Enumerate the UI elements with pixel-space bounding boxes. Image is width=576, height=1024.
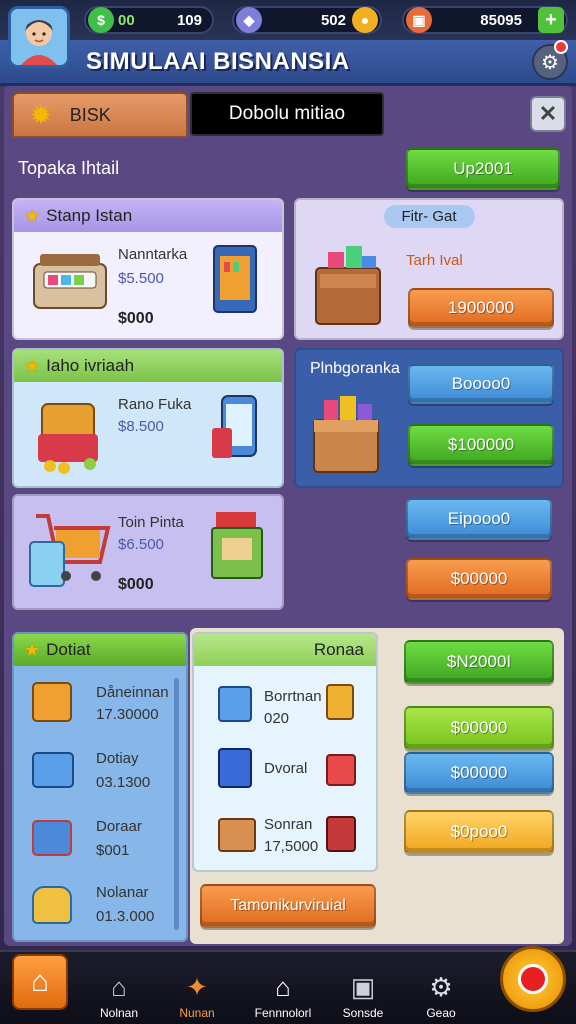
upgrade-button[interactable]: Up2001: [406, 148, 560, 190]
item-price: $8.500: [118, 418, 164, 435]
cash-counter: $ 00 109: [84, 6, 214, 34]
price-button-2[interactable]: $00000: [404, 706, 554, 750]
close-button[interactable]: ✕: [530, 96, 566, 132]
list-item[interactable]: Dåneinnan 17.30000: [20, 678, 170, 732]
price-button-3[interactable]: $00000: [404, 752, 554, 794]
gear-icon: ⚙: [541, 51, 559, 74]
truck-counter: ▣ 85095 +: [402, 6, 568, 34]
card-header: ★ Stanp Istan: [14, 200, 282, 232]
list-scrollbar[interactable]: [174, 678, 179, 930]
treasure-box-icon: [313, 396, 379, 473]
detail-list: Ronaa Borrtnan 020 Dvoral Sonran 17,5000: [192, 632, 378, 872]
cash-register-icon: [33, 254, 107, 309]
avatar[interactable]: [8, 6, 70, 68]
coin-icon: ●: [352, 7, 378, 33]
gem-counter: ◆ 502 ●: [232, 6, 382, 34]
nav-item-nolnan[interactable]: ⌂ Nolnan: [84, 958, 154, 1020]
record-button[interactable]: [500, 946, 566, 1012]
nav-item-nunan[interactable]: ✦ Nunan: [162, 958, 232, 1020]
item-value: $000: [118, 576, 154, 593]
cash-icon: $: [88, 7, 114, 33]
gem-icon: ◆: [236, 7, 262, 33]
gear-badge-icon: ✹: [30, 99, 52, 130]
item-name: Rano Fuka: [118, 396, 192, 413]
item-name: Tarh Ival: [406, 252, 463, 269]
phone-icon: [212, 395, 257, 458]
chat-icon: ▣: [350, 972, 376, 1002]
home-button[interactable]: ⌂: [12, 954, 68, 1010]
shop-card-5[interactable]: Toin Pinta $6.500 $000: [12, 494, 284, 610]
star-icon: ★: [24, 355, 41, 376]
action-button-1[interactable]: Boooo0: [408, 364, 554, 404]
shop-card-2[interactable]: Fitr- Gat Tarh Ival 1900000: [294, 198, 564, 340]
shop-stall-icon: [211, 512, 263, 579]
gear-icon: ⚙: [429, 972, 453, 1002]
tab-bisk[interactable]: ✹ BISK: [12, 92, 188, 138]
list-item[interactable]: Dvoral: [202, 742, 372, 796]
book-icon: [213, 245, 257, 313]
shop-card-3[interactable]: ★ Iaho ivriaah Rano Fuka $8.500: [12, 348, 284, 488]
item-value: $000: [118, 310, 154, 327]
buy-button[interactable]: 1900000: [408, 288, 554, 328]
house-icon: ⌂: [30, 965, 50, 998]
shelf-icon: [218, 686, 252, 722]
price-button-4[interactable]: $0poo0: [404, 810, 554, 854]
action-button-2[interactable]: $100000: [408, 424, 554, 466]
card-header: ★ Iaho ivriaah: [14, 350, 282, 382]
house-icon: ⌂: [111, 972, 127, 1002]
shop-card-4[interactable]: Plnbgoranka Boooo0 $100000: [294, 348, 564, 488]
cart-icon: [326, 816, 356, 852]
list-item[interactable]: Borrtnan 020: [202, 680, 372, 734]
home-icon: ⌂: [275, 972, 291, 1002]
list-item[interactable]: Doraar $001: [20, 814, 170, 868]
item-name: Toin Pinta: [118, 514, 184, 531]
list-header: ★ Dotiat: [14, 634, 186, 666]
gift-pile-icon: [38, 403, 98, 474]
box-icon: [32, 682, 72, 722]
side-button-1[interactable]: Eipooo0: [406, 498, 552, 540]
notification-dot: [554, 40, 568, 54]
nav-item-geao[interactable]: ⚙ Geao: [406, 958, 476, 1020]
side-button-2[interactable]: $00000: [406, 558, 552, 600]
nav-item-sonsde[interactable]: ▣ Sonsde: [328, 958, 398, 1020]
tab-search-field[interactable]: Dobolu mitiao: [190, 92, 384, 136]
section-subheader: Topaka Ihtail: [18, 158, 120, 178]
list-header: Ronaa: [194, 634, 376, 666]
inventory-list: ★ Dotiat Dåneinnan 17.30000 Dotiay 03.13…: [12, 632, 188, 942]
list-item[interactable]: Nolanar 01.3.000: [20, 880, 170, 934]
gift-icon: [326, 754, 356, 786]
item-name: Nanntarka: [118, 246, 188, 263]
shop-card-1[interactable]: ★ Stanp Istan Nanntarka $5.500 $000: [12, 198, 284, 340]
shopping-cart-icon: [29, 514, 111, 587]
add-currency-button[interactable]: +: [538, 7, 564, 33]
star-icon: ★: [24, 639, 41, 660]
bottom-action-button[interactable]: Tamonikurviruial: [200, 884, 376, 928]
record-icon: [518, 964, 548, 994]
filter-badge[interactable]: Fitr- Gat: [383, 204, 475, 228]
tablet-icon: [218, 748, 252, 788]
list-item[interactable]: Dotiay 03.1300: [20, 746, 170, 800]
item-price: $6.500: [118, 536, 164, 553]
gift-box-icon: [315, 246, 381, 325]
list-item[interactable]: Sonran 17,5000: [202, 810, 372, 864]
truck-icon: ▣: [406, 7, 432, 33]
nav-item-fennnolorl[interactable]: ⌂ Fennnolorl: [248, 958, 318, 1020]
crate-icon: [218, 818, 256, 852]
star-icon: ★: [24, 205, 41, 226]
package-icon: [32, 820, 72, 856]
market-icon: ✦: [186, 972, 208, 1002]
price-button-1[interactable]: $N2000I: [404, 640, 554, 684]
bag-icon: [32, 886, 72, 924]
page-title: SIMULAAI BISNANSIA: [86, 48, 350, 75]
crate-icon: [32, 752, 74, 788]
price-tag-icon: [326, 684, 354, 720]
card-header: Plnbgoranka: [310, 360, 400, 377]
item-price: $5.500: [118, 270, 164, 287]
